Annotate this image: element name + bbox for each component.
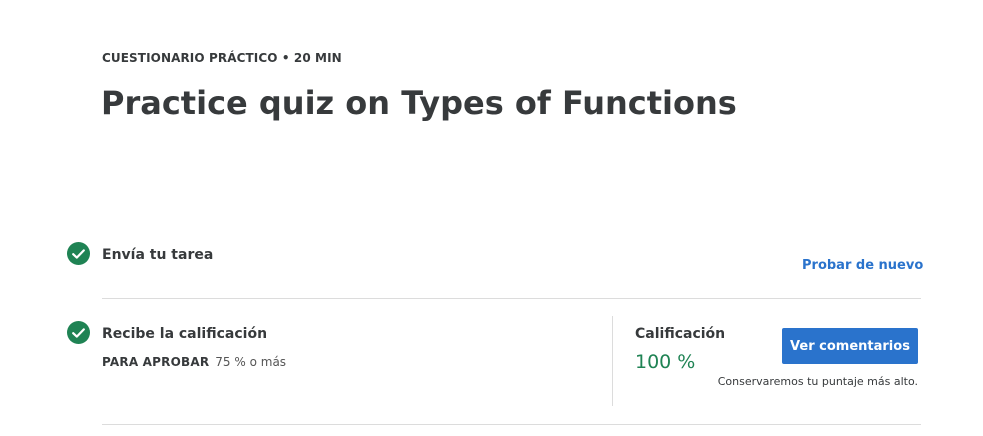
passing-key: PARA APROBAR (102, 355, 210, 369)
checkmark-icon (72, 327, 85, 338)
vertical-divider (612, 316, 613, 406)
passing-requirement: PARA APROBAR 75 % o más (102, 355, 286, 369)
passing-value: 75 % o más (215, 355, 287, 369)
grade-label: Calificación (635, 326, 726, 342)
checkmark-icon (72, 248, 85, 259)
divider (102, 424, 921, 425)
quiz-page: CUESTIONARIO PRÁCTICO • 20 MIN Practice … (0, 0, 983, 436)
view-feedback-button[interactable]: Ver comentarios (782, 328, 918, 364)
highest-score-note: Conservaremos tu puntaje más alto. (717, 375, 918, 388)
grade-value: 100 % (635, 351, 696, 373)
divider (102, 298, 921, 299)
step-submit-label: Envía tu tarea (102, 247, 214, 263)
check-circle-icon (67, 321, 90, 344)
step-grade-label: Recibe la calificación (102, 326, 268, 342)
page-title: Practice quiz on Types of Functions (101, 84, 737, 122)
quiz-eyebrow: CUESTIONARIO PRÁCTICO • 20 MIN (102, 51, 342, 65)
try-again-link[interactable]: Probar de nuevo (802, 258, 923, 273)
check-circle-icon (67, 242, 90, 265)
